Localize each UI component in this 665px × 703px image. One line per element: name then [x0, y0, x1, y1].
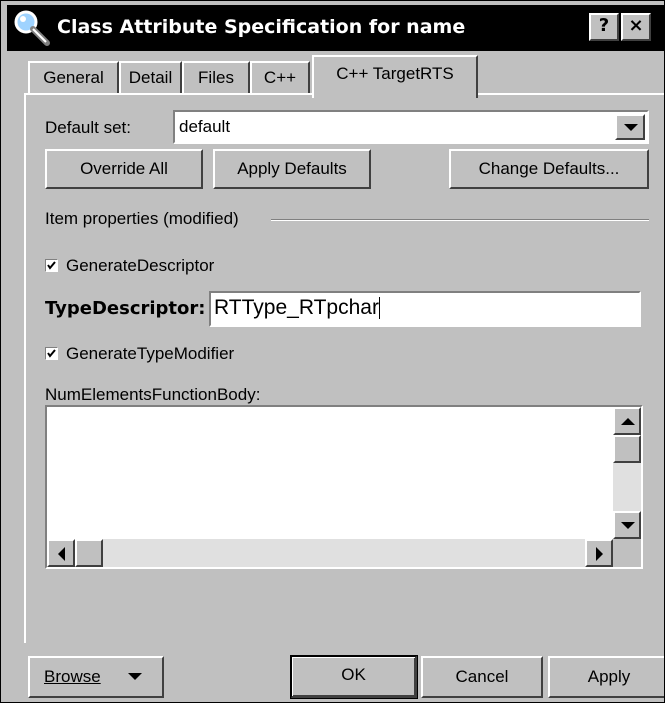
- default-set-dropdown[interactable]: default: [173, 110, 649, 144]
- dialog-window: Class Attribute Specification for name ?…: [0, 0, 665, 703]
- vertical-scrollbar[interactable]: [613, 407, 641, 539]
- change-defaults-button[interactable]: Change Defaults...: [449, 149, 649, 189]
- chevron-down-icon: [128, 673, 142, 680]
- checkmark-icon: [47, 261, 56, 270]
- generate-type-modifier-checkbox[interactable]: [45, 347, 58, 360]
- dropdown-button[interactable]: [615, 114, 645, 140]
- chevron-left-icon: [58, 547, 65, 561]
- scroll-right-button[interactable]: [585, 539, 613, 567]
- title-bar[interactable]: Class Attribute Specification for name ?…: [7, 5, 664, 51]
- type-descriptor-input[interactable]: RTType_RTpchar: [209, 291, 641, 327]
- apply-button[interactable]: Apply: [548, 656, 664, 698]
- ok-button[interactable]: OK: [290, 655, 418, 699]
- generate-descriptor-checkbox[interactable]: [45, 259, 58, 272]
- horizontal-scrollbar[interactable]: [47, 539, 613, 567]
- chevron-down-icon: [621, 522, 635, 529]
- text-caret: [378, 297, 380, 320]
- item-properties-label: Item properties (modified): [45, 209, 239, 228]
- generate-type-modifier-label: GenerateTypeModifier: [66, 344, 235, 363]
- generate-descriptor-label: GenerateDescriptor: [66, 256, 215, 275]
- group-separator: [271, 219, 649, 221]
- default-set-value: default: [179, 117, 231, 136]
- tab-files[interactable]: Files: [182, 61, 250, 95]
- scrollbar-corner: [613, 539, 641, 567]
- help-button[interactable]: ?: [589, 13, 619, 41]
- default-set-label: Default set:: [45, 118, 131, 137]
- chevron-up-icon: [621, 418, 635, 425]
- window-title: Class Attribute Specification for name: [57, 16, 466, 38]
- num-elements-label: NumElementsFunctionBody:: [45, 385, 261, 404]
- browse-label: Browse: [44, 667, 101, 686]
- scroll-down-button[interactable]: [613, 511, 641, 539]
- cancel-button[interactable]: Cancel: [421, 656, 543, 698]
- chevron-down-icon: [624, 124, 638, 131]
- browse-button[interactable]: Browse: [28, 656, 164, 698]
- tab-general[interactable]: General: [28, 61, 119, 95]
- scroll-thumb-horizontal[interactable]: [75, 539, 103, 567]
- apply-defaults-button[interactable]: Apply Defaults: [213, 149, 371, 189]
- magnifier-icon: [11, 8, 51, 46]
- override-all-button[interactable]: Override All: [45, 149, 203, 189]
- chevron-right-icon: [596, 547, 603, 561]
- type-descriptor-label: TypeDescriptor:: [45, 298, 206, 319]
- num-elements-textarea[interactable]: [45, 405, 643, 569]
- type-descriptor-value: RTType_RTpchar: [214, 296, 380, 320]
- scroll-thumb[interactable]: [613, 435, 641, 463]
- tab-cpp-targetrts[interactable]: C++ TargetRTS: [312, 55, 478, 98]
- checkmark-icon: [47, 349, 56, 358]
- scroll-left-button[interactable]: [47, 539, 75, 567]
- tab-cpp[interactable]: C++: [250, 61, 310, 95]
- scroll-up-button[interactable]: [613, 407, 641, 435]
- tab-detail[interactable]: Detail: [119, 61, 182, 95]
- close-button[interactable]: ×: [621, 13, 651, 41]
